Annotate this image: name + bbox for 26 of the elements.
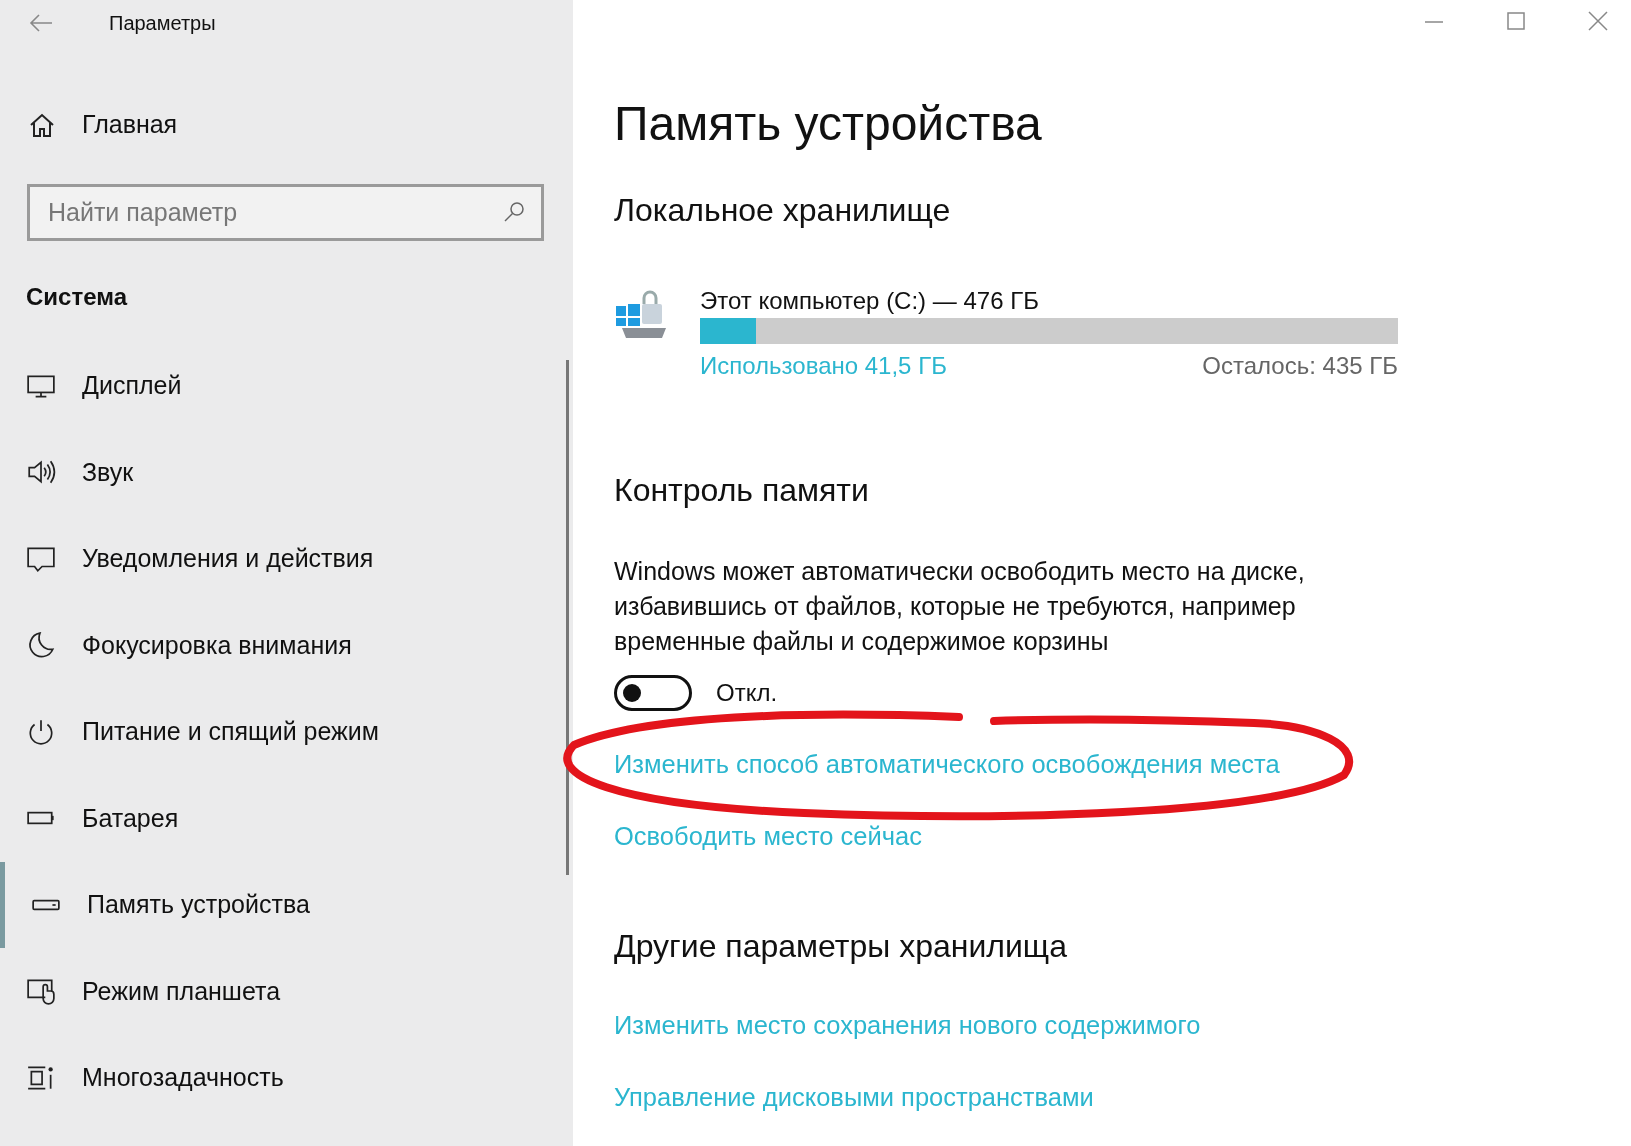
- search-field[interactable]: Найти параметр: [27, 183, 544, 241]
- section-heading: Другие параметры хранилища: [614, 926, 1068, 966]
- window-title: Параметры: [109, 11, 216, 36]
- sidebar-item[interactable]: Многозадачность: [0, 1034, 573, 1121]
- sidebar-item[interactable]: Питание и спящий режим: [0, 688, 573, 775]
- sidebar-item[interactable]: Батарея: [0, 775, 573, 862]
- sidebar-item[interactable]: Звук: [0, 429, 573, 516]
- toggle-label: Откл.: [716, 678, 778, 708]
- free-space-text: Осталось: 435 ГБ: [1202, 351, 1398, 381]
- scrollbar[interactable]: [566, 360, 569, 875]
- section-heading: Система: [26, 281, 129, 312]
- drive-name: Этот компьютер (C:) — 476 ГБ: [700, 286, 1040, 316]
- toggle-switch[interactable]: [614, 675, 692, 711]
- section-heading: Контроль памяти: [614, 471, 870, 510]
- tablet-hand-icon: [26, 976, 56, 1007]
- section-heading: Локальное хранилище: [614, 191, 952, 230]
- back-arrow-icon[interactable]: [28, 13, 54, 33]
- sidebar-item[interactable]: Уведомления и действия: [0, 515, 573, 602]
- sidebar-item[interactable]: Режим планшета: [0, 948, 573, 1035]
- description-text: Windows может автоматически освободить место на диске, избавившись от файлов, которые не требуются, например временные файлы и содержимое корзины: [614, 556, 1306, 657]
- sidebar-item[interactable]: Дисплей: [0, 342, 573, 429]
- sidebar-item[interactable]: Память устройства: [0, 861, 573, 948]
- search-icon[interactable]: [502, 199, 526, 224]
- home-nav-item[interactable]: Главная: [0, 106, 573, 144]
- page-title: Память устройства: [614, 96, 1043, 152]
- sidebar-item[interactable]: Фокусировка внимания: [0, 602, 573, 689]
